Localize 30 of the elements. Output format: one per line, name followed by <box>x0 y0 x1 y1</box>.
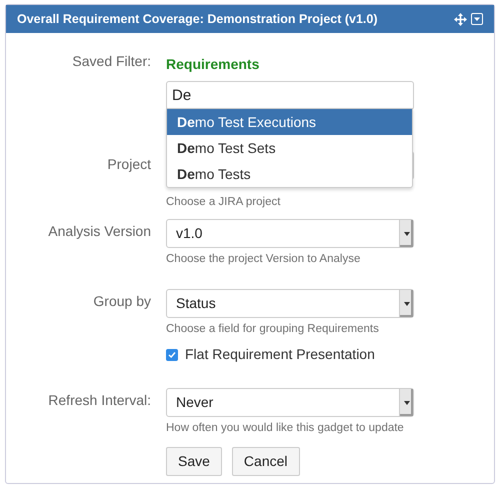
field-hint: How often you would like this gadget to update <box>166 421 405 435</box>
suggestion-item[interactable]: Demo Test Sets <box>167 135 412 161</box>
gadget-title: Overall Requirement Coverage: Demonstration Project (v1.0) <box>17 10 378 28</box>
select-field[interactable]: v1.0 <box>166 219 414 248</box>
select-value: v1.0 <box>176 224 202 243</box>
field-hint: Choose a JIRA project <box>166 195 282 209</box>
menu-caret-icon[interactable] <box>471 13 483 25</box>
form-button[interactable]: Save <box>166 447 222 476</box>
current-filter: Requirements <box>166 55 260 73</box>
field-label: Analysis Version <box>47 222 151 241</box>
field-label: Group by <box>92 292 151 311</box>
form-button[interactable]: Cancel <box>232 447 300 476</box>
suggestion-item[interactable]: Demo Test Executions <box>167 109 412 135</box>
move-icon[interactable] <box>454 12 467 26</box>
field-label: Refresh Interval: <box>47 391 151 410</box>
select-value: Status <box>176 294 216 313</box>
caret-icon <box>404 232 410 236</box>
field-label: Saved Filter: <box>71 52 151 71</box>
select-field[interactable]: Status <box>166 289 414 318</box>
checkbox[interactable] <box>166 348 178 360</box>
caret-icon <box>404 302 410 306</box>
check-icon <box>168 350 176 358</box>
field-hint: Choose the project Version to Analyse <box>166 252 362 266</box>
suggestion-item[interactable]: Demo Tests <box>167 161 412 187</box>
checkbox-label: Flat Requirement Presentation <box>185 345 375 364</box>
field-label: Project <box>106 155 151 174</box>
field-hint: Choose a field for grouping Requirements <box>166 322 380 336</box>
select-field[interactable]: Never <box>166 388 414 417</box>
caret-icon <box>404 400 410 404</box>
select-value: Never <box>176 393 214 412</box>
